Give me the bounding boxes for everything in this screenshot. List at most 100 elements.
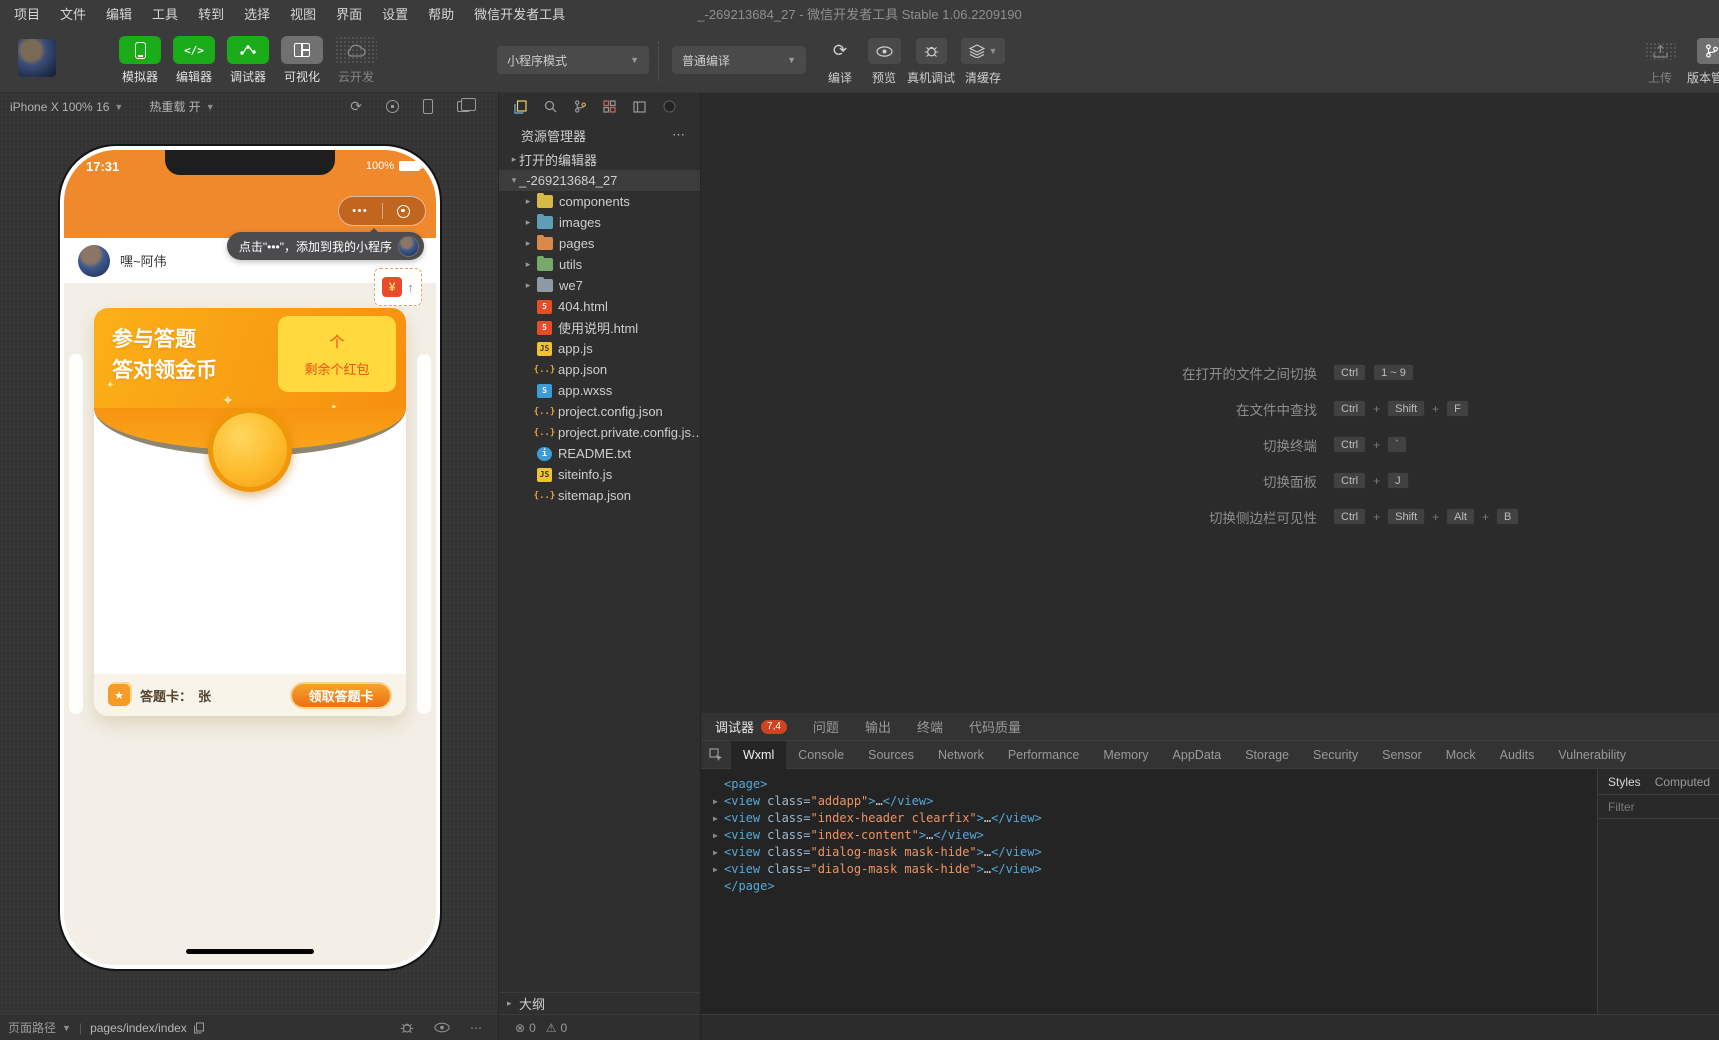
simulator-button[interactable]: 模拟器 [118,36,162,85]
tree-item-utils[interactable]: ▸ utils [499,254,700,275]
hot-reload-toggle[interactable]: 热重载 开 ▼ [149,98,214,115]
error-count[interactable]: ⊗ 0 [515,1021,536,1035]
tab-debugger[interactable]: 调试器 7,4 [715,717,787,736]
inspect-element-icon[interactable] [701,747,731,762]
capsule-menu-button[interactable]: ••• [339,198,382,224]
styles-filter-input[interactable] [1598,795,1719,819]
tab-appdata[interactable]: AppData [1161,741,1234,769]
wxml-line[interactable]: ▶ <view class="index-header clearfix">…</v… [713,810,1597,827]
tree-item-usage-html[interactable]: 5 使用说明.html [499,317,700,338]
mode-select[interactable]: 小程序模式 ▼ [497,46,649,74]
wxml-line[interactable]: </page> [713,878,1597,895]
tab-memory[interactable]: Memory [1091,741,1160,769]
expand-arrow-icon[interactable]: ▶ [713,861,724,878]
tab-code-quality[interactable]: 代码质量 [969,717,1021,736]
tab-sensor[interactable]: Sensor [1370,741,1434,769]
tree-item-project-private-config[interactable]: {..} project.private.config.js… [499,422,700,443]
refresh-icon[interactable]: ⟳ [350,98,362,115]
eye-icon[interactable] [434,1022,450,1033]
red-packet-hint[interactable]: ¥ ↑ [374,268,422,306]
user-avatar[interactable] [18,39,56,77]
debugger-button[interactable]: 调试器 [226,36,270,85]
page-path-label[interactable]: 页面路径 [8,1019,56,1036]
tab-security[interactable]: Security [1301,741,1370,769]
compile-mode-select[interactable]: 普通编译 ▼ [672,46,806,74]
tab-network[interactable]: Network [926,741,996,769]
quiz-card[interactable]: 参与答题 答对领金币 ✦ ✦ ✦ 个 剩余个红包 ★ 答题卡： 张 领取答题卡 [94,308,406,716]
device-selector[interactable]: iPhone X 100% 16 ▼ [10,100,123,114]
wxml-line[interactable]: ▶ <view class="dialog-mask mask-hide">…</v… [713,844,1597,861]
npm-icon[interactable] [663,100,676,113]
tree-item-app-wxss[interactable]: Sapp.wxss [499,380,700,401]
tab-mock[interactable]: Mock [1434,741,1488,769]
tab-storage[interactable]: Storage [1233,741,1301,769]
more-icon[interactable]: ⋯ [672,127,686,143]
tab-problems[interactable]: 问题 [813,717,839,736]
tree-item-we7[interactable]: ▸ we7 [499,275,700,296]
detach-window-icon[interactable] [457,98,476,112]
visualizer-button[interactable]: 可视化 [280,36,324,85]
tree-item-readme[interactable]: i README.txt [499,443,700,464]
menu-help[interactable]: 帮助 [418,0,464,30]
git-branch-icon[interactable] [574,100,586,113]
search-icon[interactable] [544,100,557,113]
tab-styles[interactable]: Styles [1608,775,1641,789]
extensions-icon[interactable] [603,100,616,113]
section-open-editors[interactable]: ▸ 打开的编辑器 [499,149,700,170]
menu-select[interactable]: 选择 [234,0,280,30]
warning-count[interactable]: ⚠ 0 [546,1021,567,1035]
cloud-dev-button[interactable]: 云开发 [334,36,378,85]
expand-arrow-icon[interactable]: ▶ [713,827,724,844]
clear-cache-button[interactable]: ▼ 清缓存 [955,38,1011,86]
tree-item-siteinfo-js[interactable]: JS siteinfo.js [499,464,700,485]
capsule-close-button[interactable] [383,204,426,218]
tree-item-404-html[interactable]: 5 404.html [499,296,700,317]
expand-arrow-icon[interactable]: ▶ [713,810,724,827]
wxml-line[interactable]: ▶ <view class="addapp">…</view> [713,793,1597,810]
panel-icon[interactable] [633,100,646,113]
bug-icon[interactable] [400,1021,414,1034]
menu-project[interactable]: 项目 [4,0,50,30]
menu-edit[interactable]: 编辑 [96,0,142,30]
tree-item-sitemap-json[interactable]: {..} sitemap.json [499,485,700,506]
menu-file[interactable]: 文件 [50,0,96,30]
more-icon[interactable]: ⋯ [470,1021,482,1035]
tab-performance[interactable]: Performance [996,741,1092,769]
tab-vulnerability[interactable]: Vulnerability [1546,741,1638,769]
tab-computed[interactable]: Computed [1655,775,1710,789]
section-project-root[interactable]: ▾ _-269213684_27 [499,170,700,191]
tree-item-project-config[interactable]: {..} project.config.json [499,401,700,422]
tree-item-images[interactable]: ▸ images [499,212,700,233]
tab-audits[interactable]: Audits [1488,741,1547,769]
tab-terminal[interactable]: 终端 [917,717,943,736]
tab-sources[interactable]: Sources [856,741,926,769]
screen-record-icon[interactable] [386,100,399,113]
menu-interface[interactable]: 界面 [326,0,372,30]
tab-console[interactable]: Console [786,741,856,769]
version-control-button[interactable]: 版本管理 [1676,38,1719,86]
wxml-line[interactable]: ▶ <view class="dialog-mask mask-hide">…</v… [713,861,1597,878]
wxml-line[interactable]: <page> [713,776,1597,793]
outline-section[interactable]: ▸ 大纲 [499,992,700,1014]
copy-icon[interactable] [193,1022,205,1034]
editor-button[interactable]: </> 编辑器 [172,36,216,85]
tab-wxml[interactable]: Wxml [731,740,787,769]
files-icon[interactable] [514,99,527,114]
miniapp-capsule[interactable]: ••• [338,196,426,226]
get-answer-card-button[interactable]: 领取答题卡 [290,681,392,709]
device-debug-button[interactable]: 真机调试 [903,38,959,86]
wxml-line[interactable]: ▶ <view class="index-content">…</view> [713,827,1597,844]
menu-goto[interactable]: 转到 [188,0,234,30]
gold-coin-button[interactable] [208,408,292,492]
expand-arrow-icon[interactable]: ▶ [713,793,724,810]
menu-tools[interactable]: 工具 [142,0,188,30]
device-frame-icon[interactable] [423,99,433,114]
menu-devtools[interactable]: 微信开发者工具 [464,0,575,30]
expand-arrow-icon[interactable]: ▶ [713,844,724,861]
menu-view[interactable]: 视图 [280,0,326,30]
tree-item-app-js[interactable]: JS app.js [499,338,700,359]
tree-item-components[interactable]: ▸ components [499,191,700,212]
menu-settings[interactable]: 设置 [372,0,418,30]
tree-item-app-json[interactable]: {..} app.json [499,359,700,380]
user-avatar[interactable] [78,244,110,277]
